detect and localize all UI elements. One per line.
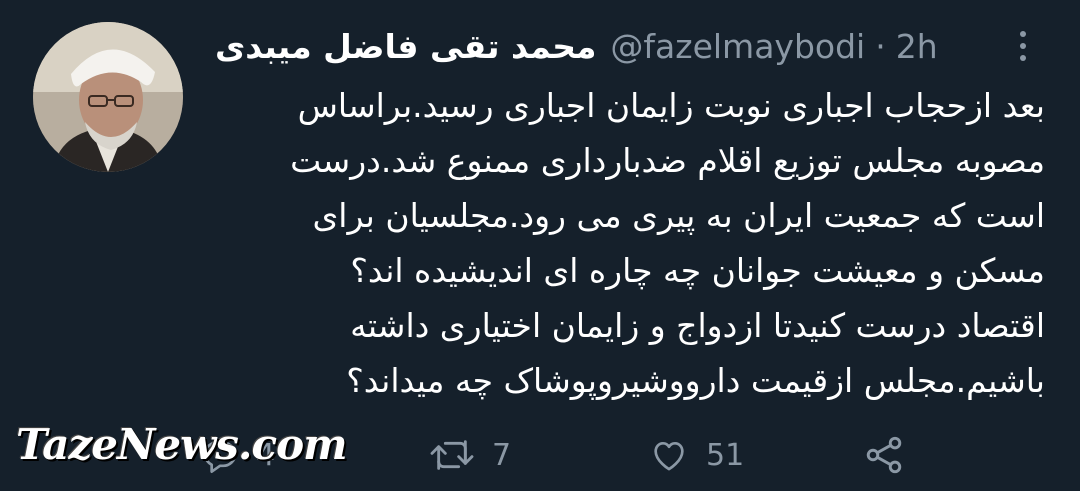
tweet-text-line: اقتصاد درست کنیدتا ازدواج و زایمان اختیا… — [350, 306, 1045, 345]
tweet-text-line: است که جمعیت ایران به پیری می رود.مجلسیا… — [312, 196, 1045, 235]
tweet-text-line: مسکن و معیشت جوانان چه چاره ای اندیشیده … — [350, 251, 1045, 290]
avatar-portrait — [33, 22, 183, 172]
like-count: 51 — [706, 437, 745, 473]
tweet-text-line: مصوبه مجلس توزیع اقلام ضدبارداری ممنوع ش… — [290, 141, 1045, 180]
share-icon — [866, 436, 902, 474]
tweet-text-line: بعد ازحجاب اجباری نوبت زایمان اجباری رسی… — [297, 86, 1045, 125]
share-button[interactable] — [862, 428, 906, 482]
tweet-text-line: باشیم.مجلس ازقیمت دارووشیروپوشاک چه میدا… — [346, 361, 1045, 400]
tweet-header: محمد تقی فاضل میبدی @fazelmaybodi · 2h — [215, 22, 938, 70]
more-dot — [1020, 31, 1026, 37]
retweet-count: 7 — [492, 437, 512, 473]
like-button[interactable]: 51 — [648, 428, 744, 482]
more-dot — [1020, 55, 1026, 61]
heart-icon — [654, 442, 684, 471]
retweet-button[interactable]: 7 — [428, 428, 511, 482]
retweet-icon — [430, 440, 474, 470]
author-handle[interactable]: @fazelmaybodi — [610, 27, 865, 66]
more-vertical-icon[interactable] — [1008, 26, 1038, 66]
more-dot — [1020, 43, 1026, 49]
tweet-card: محمد تقی فاضل میبدی @fazelmaybodi · 2h ب… — [0, 0, 1080, 491]
watermark-logo: TazeNews.com — [16, 420, 348, 469]
author-name[interactable]: محمد تقی فاضل میبدی — [215, 27, 596, 66]
tweet-text: بعد ازحجاب اجباری نوبت زایمان اجباری رسی… — [215, 78, 1045, 408]
separator-dot: · — [875, 26, 886, 66]
avatar[interactable] — [33, 22, 183, 172]
timestamp[interactable]: 2h — [896, 27, 938, 66]
